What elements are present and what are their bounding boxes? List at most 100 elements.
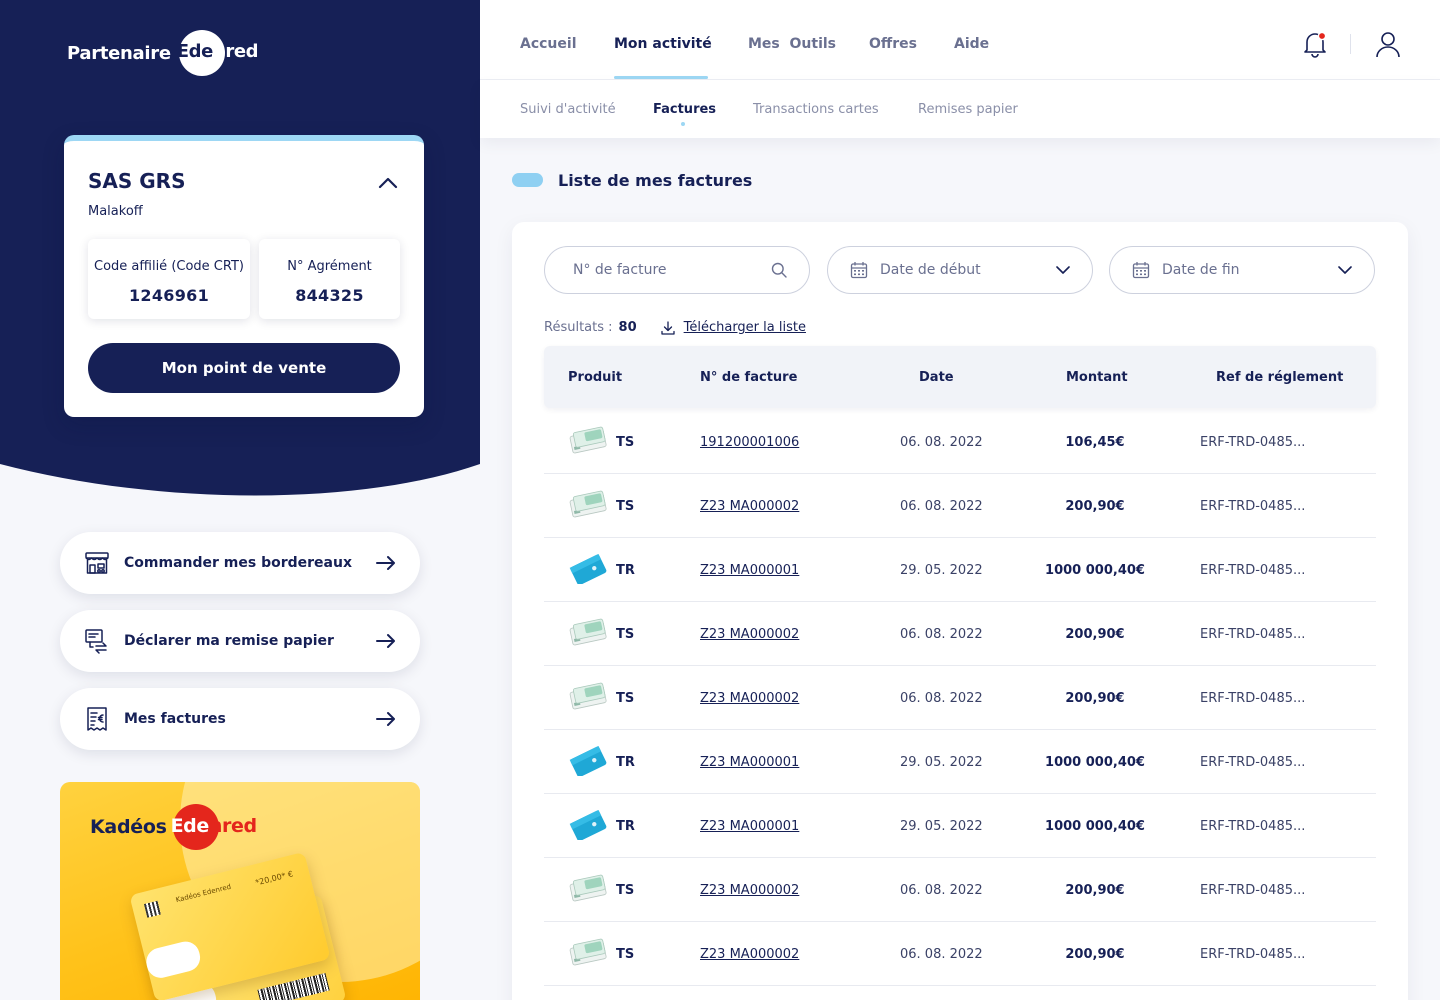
payment-ref-cell: ERF-TRD-0485... <box>1200 435 1306 450</box>
nav-item-offres[interactable]: Offres <box>869 36 917 52</box>
invoice-number-link[interactable]: Z23 MA000002 <box>700 627 799 642</box>
kadeos-edenred-logo: Kadéos Edenred <box>90 804 257 850</box>
invoice-number-link[interactable]: Z23 MA000001 <box>700 755 799 770</box>
end-date-select[interactable]: Date de fin <box>1109 246 1375 294</box>
date-cell: 06. 08. 2022 <box>900 499 983 514</box>
chevron-up-icon[interactable] <box>376 171 400 195</box>
product-cell: TS <box>616 883 635 898</box>
column-header-ref-reglement[interactable]: Ref de réglement <box>1216 370 1343 385</box>
agrement-value: 844325 <box>295 286 364 305</box>
date-cell: 06. 08. 2022 <box>900 435 983 450</box>
date-cell: 29. 05. 2022 <box>900 563 983 578</box>
ticket-service-card-icon <box>569 490 607 518</box>
brand-prefix: Partenaire <box>67 42 171 64</box>
invoice-number-input[interactable] <box>573 262 771 278</box>
account-name: SAS GRS <box>88 169 186 193</box>
declare-paper-remittance-button[interactable]: Déclarer ma remise papier <box>60 610 420 672</box>
notification-bell-icon[interactable] <box>1302 30 1328 58</box>
amount-cell: 1000 000,40€ <box>1045 819 1145 834</box>
sub-navigation: Suivi d'activité Factures Transactions c… <box>480 80 1440 138</box>
invoice-number-link[interactable]: Z23 MA000001 <box>700 563 799 578</box>
download-list-label: Télécharger la liste <box>683 320 806 335</box>
brand-word-left: Ede <box>176 41 214 62</box>
payment-ref-cell: ERF-TRD-0485... <box>1200 563 1306 578</box>
kadeos-promo-banner[interactable]: Kadéos Edenred Kadéos Edenred *20,00* € <box>60 782 420 1000</box>
action-label: Commander mes bordereaux <box>124 555 352 571</box>
nav-item-aide[interactable]: Aide <box>954 36 989 52</box>
table-row[interactable]: TS Z23 MA000002 06. 08. 2022 200,90€ ERF-TRD… <box>544 666 1376 730</box>
start-date-select[interactable]: Date de début <box>827 246 1093 294</box>
subnav-item-factures[interactable]: Factures <box>653 102 716 117</box>
table-row[interactable]: TS Z23 MA000002 06. 08. 2022 200,90€ ERF-TRD… <box>544 474 1376 538</box>
product-cell: TR <box>616 563 635 578</box>
my-invoices-button[interactable]: Mes factures <box>60 688 420 750</box>
partenaire-edenred-logo[interactable]: Partenaire Edenred <box>67 30 259 76</box>
invoice-number-link[interactable]: Z23 MA000001 <box>700 819 799 834</box>
invoice-icon <box>87 707 107 731</box>
affiliate-code-label: Code affilié (Code CRT) <box>94 259 244 274</box>
affiliate-code-box: Code affilié (Code CRT) 1246961 <box>88 239 250 319</box>
user-account-icon[interactable] <box>1375 30 1401 58</box>
point-of-sale-button[interactable]: Mon point de vente <box>88 343 400 393</box>
edenred-logo-mark: Edenred <box>171 804 257 850</box>
subnav-item-transactions-cartes[interactable]: Transactions cartes <box>753 102 879 117</box>
subnav-item-suivi-activite[interactable]: Suivi d'activité <box>520 102 616 117</box>
column-header-montant[interactable]: Montant <box>1066 370 1128 385</box>
ticket-service-card-icon <box>569 938 607 966</box>
order-slips-button[interactable]: Commander mes bordereaux <box>60 532 420 594</box>
table-row[interactable]: TS 191200001006 06. 08. 2022 106,45€ ERF-TRD… <box>544 410 1376 474</box>
date-cell: 29. 05. 2022 <box>900 755 983 770</box>
invoice-number-link[interactable]: Z23 MA000002 <box>700 947 799 962</box>
invoice-number-link[interactable]: Z23 MA000002 <box>700 691 799 706</box>
account-card: SAS GRS Malakoff Code affilié (Code CRT)… <box>64 135 424 417</box>
table-row[interactable]: TR Z23 MA000001 29. 05. 2022 1000 000,40€ ER… <box>544 538 1376 602</box>
results-bar: Résultats : 80 Télécharger la liste <box>544 320 806 335</box>
table-row[interactable]: TS Z23 MA000002 06. 08. 2022 200,90€ ERF-TRD… <box>544 858 1376 922</box>
shop-icon <box>85 552 109 574</box>
agrement-box: N° Agrément 844325 <box>259 239 400 319</box>
invoice-number-link[interactable]: 191200001006 <box>700 435 799 450</box>
nav-item-mes-outils[interactable]: Mes Outils <box>748 36 836 52</box>
qr-code-icon <box>143 900 161 918</box>
column-header-invoice-number[interactable]: N° de facture <box>700 370 797 385</box>
barcode-icon <box>257 972 330 1000</box>
sidebar: Partenaire Edenred SAS GRS Malakoff Code… <box>0 0 480 1000</box>
main-navigation: Accueil Mon activité Mes Outils Offres A… <box>480 0 1440 80</box>
chevron-down-icon <box>1338 266 1352 274</box>
action-label: Déclarer ma remise papier <box>124 633 334 649</box>
invoice-number-link[interactable]: Z23 MA000002 <box>700 883 799 898</box>
nav-item-mon-activite[interactable]: Mon activité <box>614 36 712 52</box>
invoice-number-link[interactable]: Z23 MA000002 <box>700 499 799 514</box>
payment-ref-cell: ERF-TRD-0485... <box>1200 499 1306 514</box>
search-icon[interactable] <box>771 262 787 278</box>
subnav-active-indicator <box>681 122 685 126</box>
chevron-down-icon <box>1056 266 1070 274</box>
payment-ref-cell: ERF-TRD-0485... <box>1200 883 1306 898</box>
date-cell: 06. 08. 2022 <box>900 691 983 706</box>
column-header-produit[interactable]: Produit <box>568 370 622 385</box>
invoice-number-search[interactable] <box>544 246 810 294</box>
brand-word-right: nred <box>212 41 259 62</box>
table-row[interactable]: TR Z23 MA000001 29. 05. 2022 1000 000,40€ ER… <box>544 794 1376 858</box>
table-row[interactable]: TS Z23 MA000002 06. 08. 2022 200,90€ ERF-TRD… <box>544 602 1376 666</box>
table-row[interactable]: TR Z23 MA000001 29. 05. 2022 1000 000,40€ ER… <box>544 730 1376 794</box>
page-title: Liste de mes factures <box>558 171 753 190</box>
subnav-item-remises-papier[interactable]: Remises papier <box>918 102 1018 117</box>
section-title-marker <box>512 173 543 187</box>
date-cell: 06. 08. 2022 <box>900 883 983 898</box>
nav-item-accueil[interactable]: Accueil <box>520 36 577 52</box>
product-cell: TS <box>616 627 635 642</box>
action-label: Mes factures <box>124 711 226 727</box>
amount-cell: 200,90€ <box>1065 883 1125 898</box>
promo-brand: Kadéos <box>90 816 167 838</box>
table-row[interactable]: TS Z23 MA000002 06. 08. 2022 200,90€ ERF-TRD… <box>544 922 1376 986</box>
download-list-link[interactable]: Télécharger la liste <box>660 320 806 335</box>
amount-cell: 200,90€ <box>1065 691 1125 706</box>
results-label: Résultats : <box>544 320 613 335</box>
product-cell: TS <box>616 947 635 962</box>
amount-cell: 200,90€ <box>1065 499 1125 514</box>
ticket-restaurant-card-icon <box>569 554 607 584</box>
column-header-date[interactable]: Date <box>919 370 954 385</box>
invoice-table-body: TS 191200001006 06. 08. 2022 106,45€ ERF-TRD… <box>544 410 1376 986</box>
amount-cell: 200,90€ <box>1065 627 1125 642</box>
